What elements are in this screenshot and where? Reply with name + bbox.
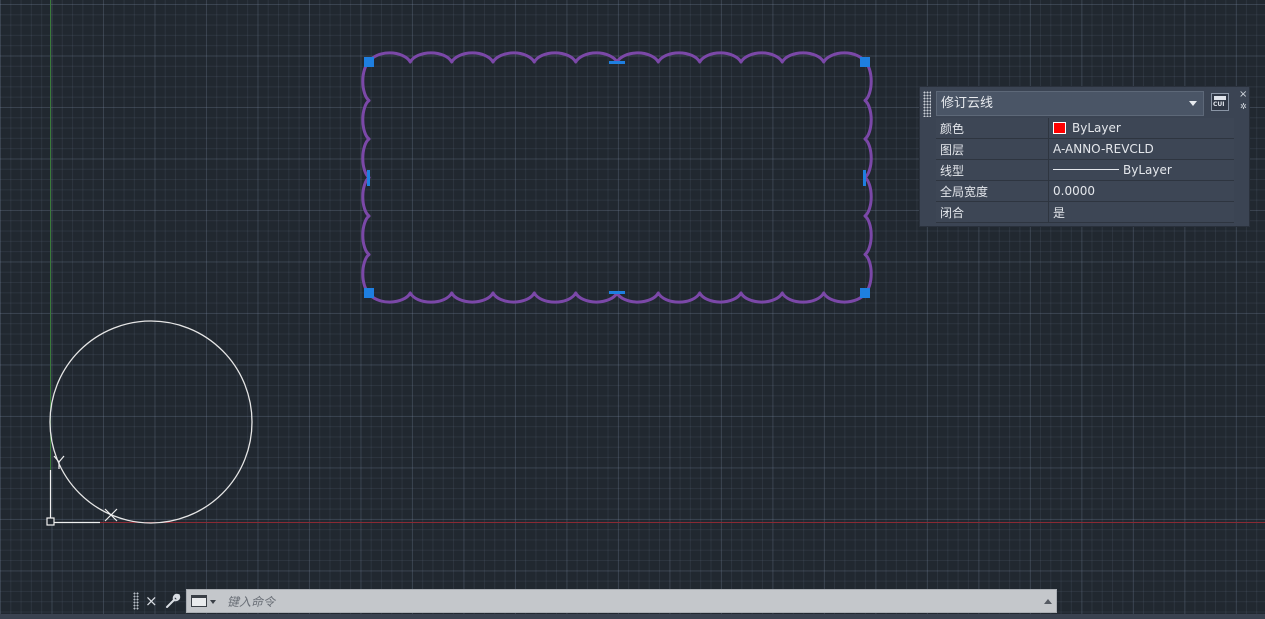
ucs-icon [46,455,118,526]
grip-corner-top-left[interactable] [364,57,374,67]
property-row-linetype[interactable]: 线型 ByLayer [936,159,1234,181]
linetype-value: ByLayer [1123,163,1172,177]
command-input[interactable]: 键入命令 [186,589,1057,613]
grip-corner-bottom-left[interactable] [364,288,374,298]
chevron-down-icon [1189,101,1197,106]
command-line[interactable]: × 键入命令 [130,589,1058,613]
panel-grip-handle[interactable] [923,91,931,117]
grip-markers[interactable] [364,57,870,298]
property-row-global-width[interactable]: 全局宽度 0.0000 [936,180,1234,202]
revision-cloud[interactable] [361,51,873,304]
property-value-global-width[interactable]: 0.0000 [1048,180,1234,202]
properties-table: 颜色 ByLayer 图层 A-ANNO-REVCLD 线型 ByLayer 全… [936,118,1234,223]
close-icon[interactable]: × [145,591,158,611]
command-placeholder: 键入命令 [227,595,276,609]
wrench-icon[interactable] [164,592,182,610]
property-label: 图层 [936,138,1049,160]
customize-ui-button[interactable]: CUI [1211,93,1229,111]
terminal-icon[interactable] [191,595,207,607]
cui-label: CUI [1213,101,1225,108]
close-icon[interactable]: × [1239,90,1247,100]
chevron-up-icon[interactable] [1044,599,1052,604]
command-grip-handle[interactable] [133,592,139,610]
property-label: 闭合 [936,201,1049,223]
quick-properties-panel[interactable]: 修订云线 CUI × ✲ 颜色 ByLayer 图层 A-ANNO-REVCLD… [919,86,1250,227]
grip-mid-left[interactable] [367,170,370,186]
color-value: ByLayer [1072,121,1121,135]
color-swatch [1053,122,1066,134]
property-value-closed[interactable]: 是 [1048,201,1234,223]
property-label: 全局宽度 [936,180,1049,202]
grip-mid-bottom[interactable] [609,291,625,294]
property-label: 线型 [936,159,1049,181]
grip-mid-top[interactable] [609,61,625,64]
property-value-linetype[interactable]: ByLayer [1048,159,1234,181]
property-value-color[interactable]: ByLayer [1048,118,1234,139]
property-value-layer[interactable]: A-ANNO-REVCLD [1048,138,1234,160]
bottom-tab-strip [0,614,1265,619]
object-type-select[interactable]: 修订云线 [936,91,1204,116]
property-row-color[interactable]: 颜色 ByLayer [936,118,1234,139]
grip-corner-top-right[interactable] [860,57,870,67]
grip-mid-right[interactable] [863,170,866,186]
linetype-preview [1053,169,1119,170]
property-label: 颜色 [936,118,1049,139]
circle-entity[interactable] [49,320,253,524]
property-row-layer[interactable]: 图层 A-ANNO-REVCLD [936,138,1234,160]
property-row-closed[interactable]: 闭合 是 [936,201,1234,223]
settings-icon[interactable]: ✲ [1240,103,1247,111]
grip-corner-bottom-right[interactable] [860,288,870,298]
object-type-label: 修订云线 [941,96,994,111]
chevron-down-icon[interactable] [210,600,216,604]
